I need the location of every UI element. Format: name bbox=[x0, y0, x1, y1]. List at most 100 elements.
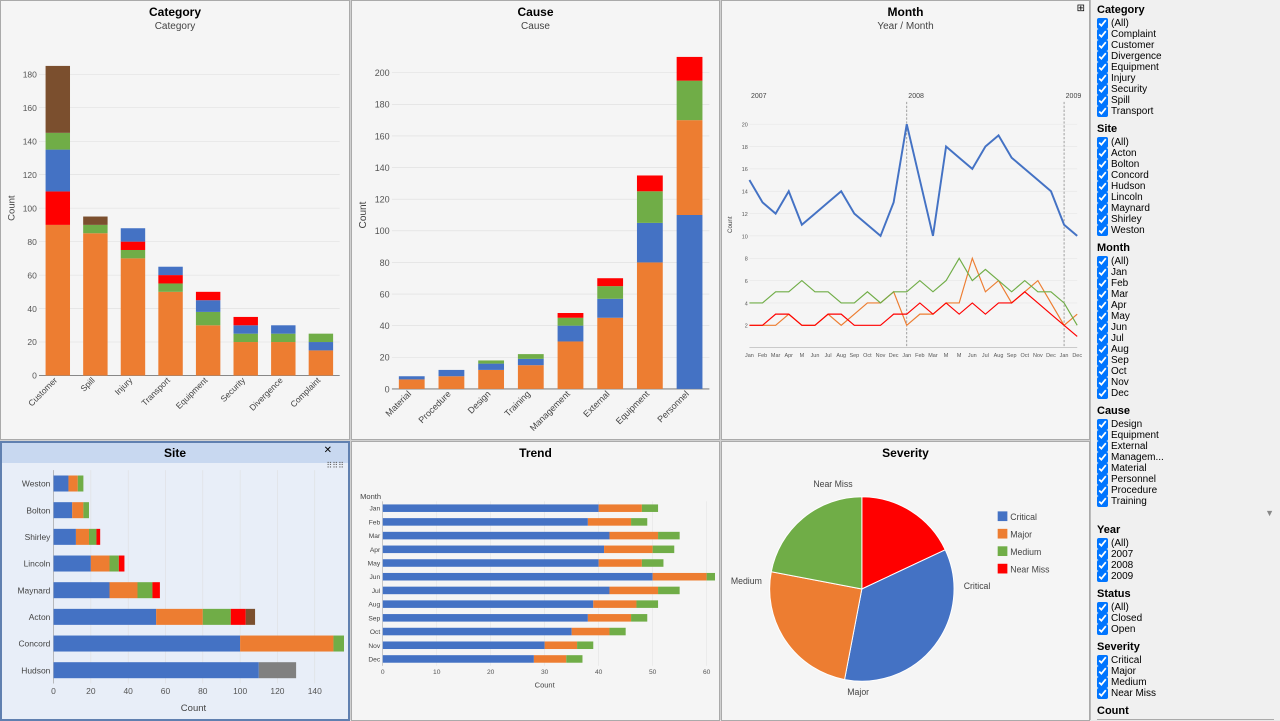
sidebar-checkbox[interactable] bbox=[1097, 289, 1108, 300]
site-close-icon[interactable]: ✕ bbox=[324, 445, 332, 456]
site-title: Site bbox=[2, 443, 348, 463]
sidebar-checkbox[interactable] bbox=[1097, 624, 1108, 635]
sidebar-checkbox[interactable] bbox=[1097, 430, 1108, 441]
sidebar-item-label: Design bbox=[1111, 419, 1142, 430]
sidebar-checkbox[interactable] bbox=[1097, 148, 1108, 159]
svg-text:Customer: Customer bbox=[26, 375, 59, 408]
sidebar-item-label: Open bbox=[1111, 624, 1135, 635]
sidebar-checkbox[interactable] bbox=[1097, 256, 1108, 267]
sidebar-checkbox[interactable] bbox=[1097, 485, 1108, 496]
svg-text:Jun: Jun bbox=[369, 574, 380, 581]
sidebar-item-label: Hudson bbox=[1111, 181, 1145, 192]
sidebar-item-label: Security bbox=[1111, 84, 1147, 95]
sidebar-checkbox[interactable] bbox=[1097, 95, 1108, 106]
sidebar-checkbox[interactable] bbox=[1097, 496, 1108, 507]
sidebar-checkbox[interactable] bbox=[1097, 29, 1108, 40]
sidebar-item: Jun bbox=[1097, 322, 1274, 333]
sidebar-checkbox[interactable] bbox=[1097, 677, 1108, 688]
sidebar-checkbox[interactable] bbox=[1097, 344, 1108, 355]
sidebar-checkbox[interactable] bbox=[1097, 474, 1108, 485]
svg-text:Mar: Mar bbox=[771, 353, 781, 359]
category-svg: 020406080100120140160180CountCustomerSpi… bbox=[5, 34, 345, 441]
sidebar-checkbox[interactable] bbox=[1097, 655, 1108, 666]
sidebar-checkbox[interactable] bbox=[1097, 463, 1108, 474]
sidebar-checkbox[interactable] bbox=[1097, 40, 1108, 51]
sidebar-checkbox[interactable] bbox=[1097, 538, 1108, 549]
sidebar-checkbox[interactable] bbox=[1097, 106, 1108, 117]
sidebar-checkbox[interactable] bbox=[1097, 267, 1108, 278]
sidebar-item-label: Procedure bbox=[1111, 485, 1157, 496]
sidebar-checkbox[interactable] bbox=[1097, 688, 1108, 699]
svg-text:30: 30 bbox=[541, 669, 549, 676]
sidebar-month-items: (All)JanFebMarAprMayJunJulAugSepOctNovDe… bbox=[1097, 256, 1274, 399]
sidebar-checkbox[interactable] bbox=[1097, 159, 1108, 170]
sidebar-checkbox[interactable] bbox=[1097, 666, 1108, 677]
sidebar-checkbox[interactable] bbox=[1097, 170, 1108, 181]
severity-chart-inner: Near MissMediumCriticalMajorCriticalMajo… bbox=[722, 462, 1089, 720]
sidebar-checkbox[interactable] bbox=[1097, 181, 1108, 192]
sidebar-checkbox[interactable] bbox=[1097, 388, 1108, 399]
sidebar-checkbox[interactable] bbox=[1097, 377, 1108, 388]
sidebar-checkbox[interactable] bbox=[1097, 602, 1108, 613]
sidebar-checkbox[interactable] bbox=[1097, 225, 1108, 236]
sidebar-checkbox[interactable] bbox=[1097, 18, 1108, 29]
expand-icon[interactable]: ⊞ bbox=[1077, 3, 1085, 14]
sidebar-checkbox[interactable] bbox=[1097, 214, 1108, 225]
sidebar-item: Apr bbox=[1097, 300, 1274, 311]
svg-text:Oct: Oct bbox=[863, 353, 872, 359]
sidebar-item: Major bbox=[1097, 666, 1274, 677]
sidebar-checkbox[interactable] bbox=[1097, 322, 1108, 333]
sidebar-checkbox[interactable] bbox=[1097, 452, 1108, 463]
sidebar-checkbox[interactable] bbox=[1097, 355, 1108, 366]
sidebar-checkbox[interactable] bbox=[1097, 571, 1108, 582]
sidebar-item: (All) bbox=[1097, 137, 1274, 148]
sidebar-checkbox[interactable] bbox=[1097, 560, 1108, 571]
svg-text:Complaint: Complaint bbox=[288, 375, 323, 410]
svg-text:10: 10 bbox=[742, 234, 748, 240]
sidebar-checkbox[interactable] bbox=[1097, 419, 1108, 430]
svg-text:Count: Count bbox=[727, 216, 734, 233]
svg-text:Dec: Dec bbox=[368, 656, 381, 663]
month-title: Month bbox=[722, 1, 1089, 21]
svg-text:Equipment: Equipment bbox=[614, 388, 652, 426]
cause-scrollbar[interactable]: ▼ bbox=[1097, 508, 1274, 518]
sidebar-item-label: Oct bbox=[1111, 366, 1127, 377]
sidebar-checkbox[interactable] bbox=[1097, 84, 1108, 95]
sidebar-item: External bbox=[1097, 441, 1274, 452]
sidebar-checkbox[interactable] bbox=[1097, 549, 1108, 560]
sidebar-checkbox[interactable] bbox=[1097, 311, 1108, 322]
cause-panel: Cause Cause 020406080100120140160180200C… bbox=[351, 0, 720, 440]
svg-text:Bolton: Bolton bbox=[26, 505, 50, 515]
svg-text:140: 140 bbox=[308, 686, 322, 696]
svg-text:Sep: Sep bbox=[368, 615, 380, 622]
svg-text:16: 16 bbox=[742, 167, 748, 173]
sidebar-checkbox[interactable] bbox=[1097, 441, 1108, 452]
svg-text:Hudson: Hudson bbox=[21, 665, 50, 675]
svg-text:100: 100 bbox=[375, 226, 390, 236]
sidebar-checkbox[interactable] bbox=[1097, 278, 1108, 289]
category-panel: Category Category 0204060801001201401601… bbox=[0, 0, 350, 440]
svg-text:14: 14 bbox=[742, 190, 748, 196]
svg-text:Major: Major bbox=[1010, 530, 1032, 540]
sidebar-checkbox[interactable] bbox=[1097, 613, 1108, 624]
sidebar-checkbox[interactable] bbox=[1097, 73, 1108, 84]
sidebar-checkbox[interactable] bbox=[1097, 137, 1108, 148]
sidebar-item-label: Apr bbox=[1111, 300, 1127, 311]
sidebar-checkbox[interactable] bbox=[1097, 192, 1108, 203]
sidebar-checkbox[interactable] bbox=[1097, 51, 1108, 62]
sidebar-item-label: Aug bbox=[1111, 344, 1129, 355]
sidebar-checkbox[interactable] bbox=[1097, 300, 1108, 311]
sidebar-checkbox[interactable] bbox=[1097, 366, 1108, 377]
sidebar-count-section: Count 517.0 bbox=[1097, 705, 1274, 720]
sidebar-checkbox[interactable] bbox=[1097, 333, 1108, 344]
svg-text:Medium: Medium bbox=[731, 576, 762, 586]
sidebar-item: 2008 bbox=[1097, 560, 1274, 571]
sidebar-item-label: Jul bbox=[1111, 333, 1124, 344]
svg-text:Nov: Nov bbox=[1033, 353, 1043, 359]
sidebar-checkbox[interactable] bbox=[1097, 203, 1108, 214]
sidebar-item-label: Feb bbox=[1111, 278, 1128, 289]
sidebar-status-items: (All)ClosedOpen bbox=[1097, 602, 1274, 635]
sidebar-checkbox[interactable] bbox=[1097, 62, 1108, 73]
svg-text:20: 20 bbox=[86, 686, 96, 696]
sidebar-year-items: (All)200720082009 bbox=[1097, 538, 1274, 582]
